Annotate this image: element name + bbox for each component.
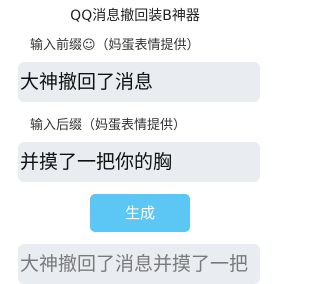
page-title: QQ消息撤回装B神器 [70,8,200,24]
suffix-input[interactable]: 并摸了一把你的胸 [18,142,260,182]
suffix-label: 输入后缀（妈蛋表情提供） [30,118,187,133]
prefix-input[interactable]: 大神撤回了消息 [18,62,260,102]
result-text: 大神撤回了消息并摸了一把 [20,253,249,275]
result-output[interactable]: 大神撤回了消息并摸了一把 [18,244,260,284]
prefix-label: 输入前缀☺（妈蛋表情提供） [30,38,200,53]
generate-button[interactable]: 生成 [90,194,190,232]
